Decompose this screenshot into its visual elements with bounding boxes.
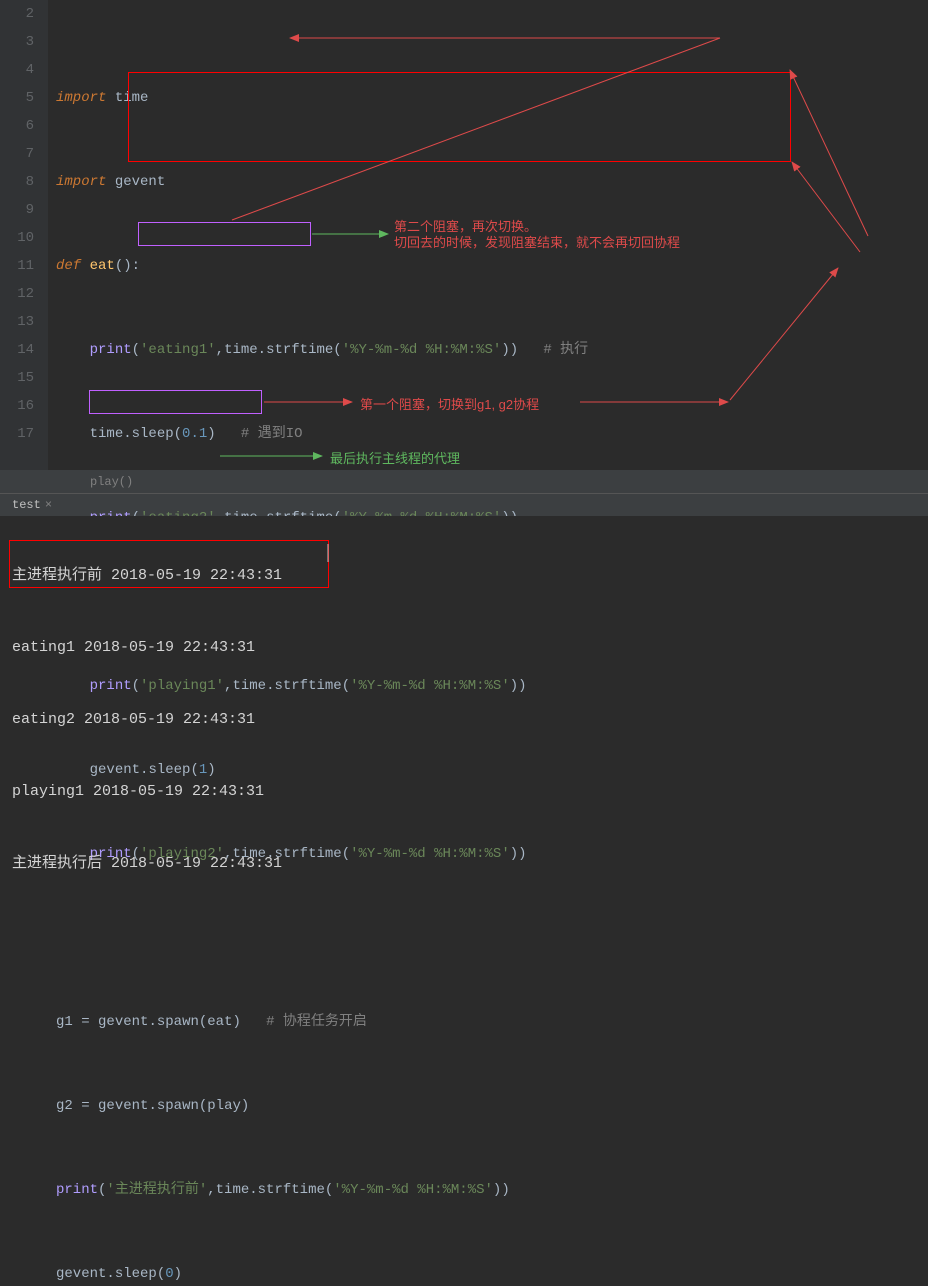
close-icon[interactable]: ×: [45, 498, 52, 512]
console-line: playing1 2018-05-19 22:43:31: [12, 780, 928, 804]
code-line: print('eating1',time.strftime('%Y-%m-%d …: [56, 336, 928, 364]
code-line: time.sleep(0.1) # 遇到IO: [56, 420, 928, 448]
code-line: print('主进程执行前',time.strftime('%Y-%m-%d %…: [56, 1176, 928, 1204]
console-tab[interactable]: test ×: [4, 498, 60, 512]
console-line: eating1 2018-05-19 22:43:31: [12, 636, 928, 660]
console-output[interactable]: 主进程执行前 2018-05-19 22:43:31 eating1 2018-…: [0, 516, 928, 646]
console-line: eating2 2018-05-19 22:43:31: [12, 708, 928, 732]
console-line: 主进程执行前 2018-05-19 22:43:31: [12, 564, 928, 588]
line-gutter: 2 3 4 5 6 7 8 9 10 11 12 13 14 15 16 17: [0, 0, 48, 470]
code-line: print('playing1',time.strftime('%Y-%m-%d…: [56, 672, 928, 700]
code-line: [56, 924, 928, 952]
code-line: gevent.sleep(0): [56, 1260, 928, 1286]
code-line: import time: [56, 84, 928, 112]
code-text[interactable]: import time import gevent def eat(): pri…: [48, 0, 928, 470]
code-line: g1 = gevent.spawn(eat) # 协程任务开启: [56, 1008, 928, 1036]
code-line: g2 = gevent.spawn(play): [56, 1092, 928, 1120]
code-line: def eat():: [56, 252, 928, 280]
code-line: import gevent: [56, 168, 928, 196]
code-editor[interactable]: 2 3 4 5 6 7 8 9 10 11 12 13 14 15 16 17 …: [0, 0, 928, 470]
console-line: 主进程执行后 2018-05-19 22:43:31: [12, 852, 928, 876]
